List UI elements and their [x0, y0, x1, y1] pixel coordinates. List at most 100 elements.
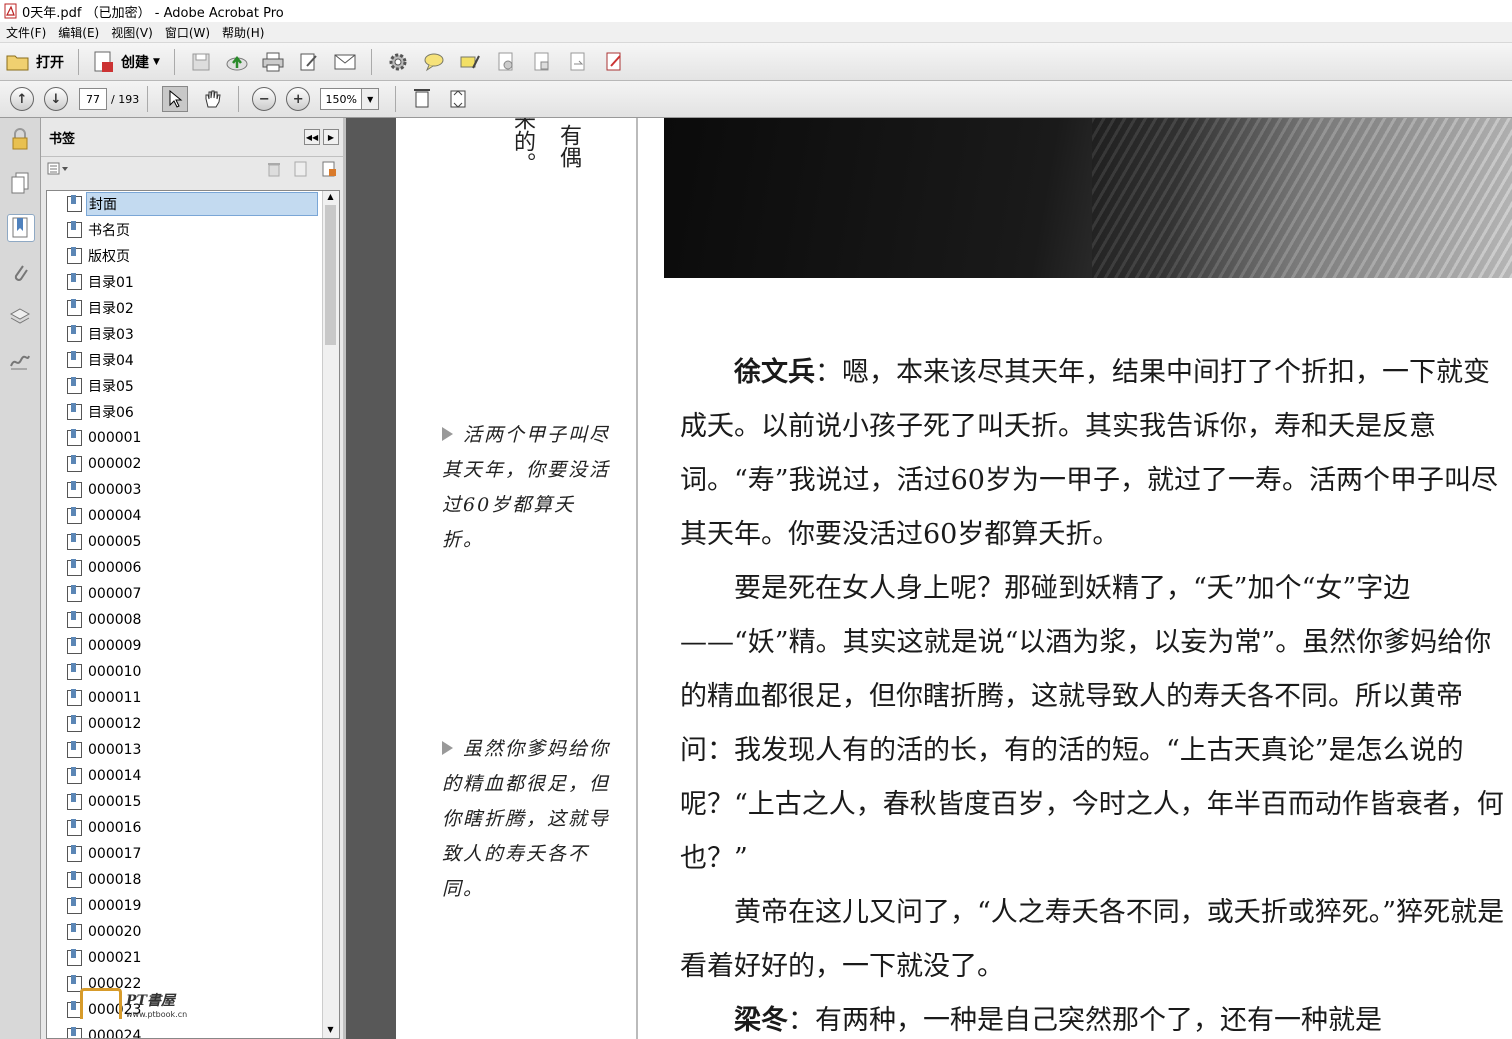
- zoom-out-button[interactable]: −: [252, 87, 277, 111]
- menu-view[interactable]: 视图(V): [105, 24, 159, 41]
- zoom-in-button[interactable]: +: [286, 87, 311, 111]
- margin-vertical-text: 来的。: [510, 118, 535, 174]
- bookmark-item[interactable]: 目录04: [47, 347, 339, 373]
- form-icon[interactable]: [602, 50, 626, 74]
- expand-panel-button[interactable]: ▶: [323, 129, 339, 145]
- bookmark-item[interactable]: 000005: [47, 529, 339, 555]
- comment-icon[interactable]: [422, 50, 446, 74]
- save-icon[interactable]: [189, 50, 213, 74]
- menu-file[interactable]: 文件(F): [0, 24, 52, 41]
- bookmark-item[interactable]: 000017: [47, 841, 339, 867]
- lock-icon[interactable]: [7, 126, 33, 152]
- hand-tool-icon[interactable]: [200, 87, 224, 111]
- gear-icon[interactable]: [386, 50, 410, 74]
- bookmark-item[interactable]: 目录01: [47, 269, 339, 295]
- zoom-dropdown[interactable]: ▼: [362, 88, 380, 110]
- bookmark-label: 000008: [88, 612, 142, 628]
- bookmark-item[interactable]: 000006: [47, 555, 339, 581]
- open-button[interactable]: 打开: [0, 48, 70, 76]
- triangle-marker-icon: [442, 427, 453, 441]
- collapse-panel-button[interactable]: ◀◀: [304, 129, 320, 145]
- bookmark-icon: [67, 871, 82, 888]
- bookmark-item[interactable]: 000004: [47, 503, 339, 529]
- bookmark-icon: [67, 663, 82, 680]
- previous-page-button[interactable]: ↑: [10, 87, 34, 111]
- bookmark-item[interactable]: 000010: [47, 659, 339, 685]
- document-view[interactable]: 来的。 有偶 活两个甲子叫尽其天年，你要没活过60岁都算夭折。 虽然你爹妈给你的…: [346, 118, 1512, 1039]
- bookmark-item[interactable]: 000001: [47, 425, 339, 451]
- bookmark-item[interactable]: 000015: [47, 789, 339, 815]
- attachments-icon[interactable]: [7, 260, 33, 286]
- bookmark-item[interactable]: 000021: [47, 945, 339, 971]
- bookmark-item[interactable]: 000007: [47, 581, 339, 607]
- bookmark-icon: [67, 741, 82, 758]
- expand-bookmark-icon[interactable]: [321, 161, 337, 180]
- bookmark-icon: [67, 559, 82, 576]
- delete-bookmark-icon[interactable]: [267, 161, 281, 180]
- bookmark-item[interactable]: 000008: [47, 607, 339, 633]
- bookmark-item[interactable]: 000016: [47, 815, 339, 841]
- bookmark-item[interactable]: 000013: [47, 737, 339, 763]
- create-button[interactable]: 创建 ▼: [87, 48, 166, 76]
- bookmark-item[interactable]: 目录05: [47, 373, 339, 399]
- bookmark-item[interactable]: 000012: [47, 711, 339, 737]
- menu-window[interactable]: 窗口(W): [159, 24, 216, 41]
- select-tool-icon[interactable]: [162, 86, 189, 112]
- edit-document-icon[interactable]: [297, 50, 321, 74]
- bookmarks-panel: 书签 ◀◀ ▶ 封面 书名页 版权页 目录01 目录02 目录03 目录04 目录05 目录06…: [41, 118, 343, 1039]
- scrollbar-thumb[interactable]: [325, 205, 336, 345]
- bookmark-item[interactable]: 000003: [47, 477, 339, 503]
- bookmark-item[interactable]: 封面: [47, 191, 339, 217]
- send-review-icon[interactable]: [566, 50, 590, 74]
- separator: [370, 48, 372, 75]
- bookmark-item[interactable]: 000018: [47, 867, 339, 893]
- scroll-down-arrow[interactable]: ▼: [325, 1025, 336, 1037]
- navigation-toolbar: ↑ ↓ 77 / 193 − + 150% ▼: [0, 81, 1512, 118]
- bookmark-label: 目录06: [88, 405, 134, 421]
- bookmark-item[interactable]: 目录02: [47, 295, 339, 321]
- bookmark-item[interactable]: 000019: [47, 893, 339, 919]
- secure-document-icon[interactable]: [494, 50, 518, 74]
- bookmark-item[interactable]: 000011: [47, 685, 339, 711]
- menu-edit[interactable]: 编辑(E): [52, 24, 105, 41]
- signatures-icon[interactable]: [7, 348, 33, 374]
- next-page-button[interactable]: ↓: [44, 87, 68, 111]
- bookmark-item[interactable]: 000024: [47, 1023, 339, 1038]
- zoom-level-input[interactable]: 150%: [320, 88, 363, 110]
- page-total: / 193: [111, 92, 140, 106]
- email-icon[interactable]: [333, 50, 357, 74]
- paragraph: 徐文兵：嗯，本来该尽其天年，结果中间打了个折扣，一下就变成夭。以前说小孩子死了叫…: [680, 346, 1506, 562]
- cloud-upload-icon[interactable]: [225, 50, 249, 74]
- bookmark-label: 目录01: [88, 275, 134, 291]
- fit-page-icon[interactable]: [446, 87, 470, 111]
- bookmark-item[interactable]: 目录06: [47, 399, 339, 425]
- bookmark-options-button[interactable]: [47, 162, 69, 179]
- new-bookmark-icon[interactable]: [293, 161, 309, 180]
- bookmark-label: 000004: [88, 508, 142, 524]
- bookmarks-icon[interactable]: [7, 214, 35, 242]
- sidenote: 活两个甲子叫尽其天年，你要没活过60岁都算夭折。: [442, 418, 612, 558]
- menu-help[interactable]: 帮助(H): [216, 24, 270, 41]
- bookmark-item[interactable]: 000014: [47, 763, 339, 789]
- page-number-input[interactable]: 77: [79, 88, 107, 110]
- sign-document-icon[interactable]: [530, 50, 554, 74]
- bookmarks-scrollbar[interactable]: ▲ ▼: [322, 191, 339, 1038]
- highlight-icon[interactable]: [458, 50, 482, 74]
- bookmark-icon: [67, 351, 82, 368]
- sidenote: 虽然你爹妈给你的精血都很足，但你瞎折腾，这就导致人的寿夭各不同。: [442, 732, 612, 907]
- bookmark-item[interactable]: 目录03: [47, 321, 339, 347]
- scroll-up-arrow[interactable]: ▲: [325, 192, 336, 204]
- page-thumbnails-icon[interactable]: [7, 170, 33, 196]
- bookmark-item[interactable]: 000002: [47, 451, 339, 477]
- watermark-url: www.ptbook.cn: [126, 1010, 188, 1019]
- speaker-name: 徐文兵: [734, 357, 815, 388]
- bookmark-item[interactable]: 书名页: [47, 217, 339, 243]
- bookmark-label: 目录04: [88, 353, 134, 369]
- bookmark-item[interactable]: 000009: [47, 633, 339, 659]
- bookmark-item[interactable]: 000020: [47, 919, 339, 945]
- fit-width-icon[interactable]: [410, 87, 434, 111]
- layers-icon[interactable]: [7, 304, 33, 330]
- bookmark-item[interactable]: 版权页: [47, 243, 339, 269]
- print-icon[interactable]: [261, 50, 285, 74]
- bookmarks-list[interactable]: 封面 书名页 版权页 目录01 目录02 目录03 目录04 目录05 目录06 000001 00…: [46, 190, 340, 1039]
